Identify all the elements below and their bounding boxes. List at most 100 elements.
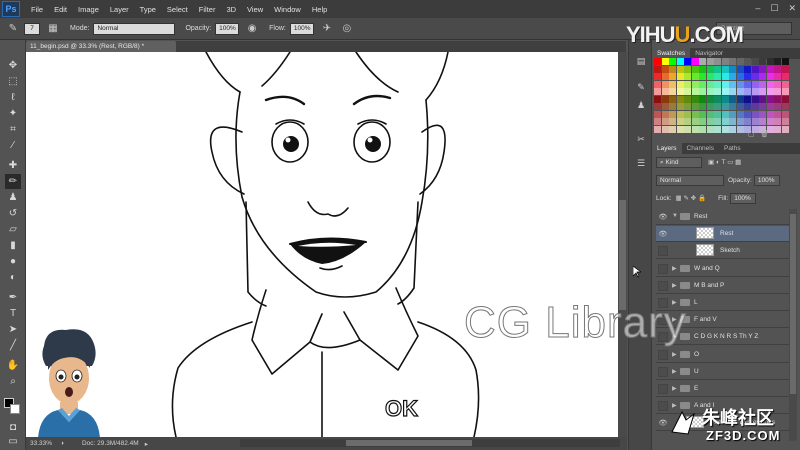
clone-source-icon[interactable]: ♟ — [634, 98, 648, 112]
swatch[interactable] — [714, 88, 721, 95]
brush-panel-toggle-icon[interactable]: ▦ — [46, 22, 60, 36]
swatch[interactable] — [684, 88, 691, 95]
swatch[interactable] — [669, 88, 676, 95]
swatch[interactable] — [759, 65, 766, 73]
visibility-toggle[interactable] — [658, 384, 668, 394]
brush-icon[interactable]: ✏ — [5, 174, 21, 189]
swatch[interactable] — [669, 65, 676, 73]
swatch[interactable] — [676, 73, 684, 80]
visibility-toggle[interactable] — [658, 280, 668, 291]
swatch[interactable] — [661, 88, 669, 95]
swatch[interactable] — [721, 103, 729, 110]
swatch[interactable] — [736, 103, 744, 110]
visibility-toggle[interactable] — [658, 246, 668, 257]
swatch[interactable] — [759, 80, 766, 88]
blend-mode-select[interactable]: Normal — [656, 174, 724, 186]
swatch[interactable] — [714, 73, 721, 80]
swatch[interactable] — [706, 110, 714, 118]
swatch[interactable] — [654, 110, 661, 118]
swatch[interactable] — [751, 88, 759, 95]
swatch[interactable] — [751, 110, 759, 118]
swatch[interactable] — [774, 73, 781, 80]
swatch[interactable] — [729, 58, 736, 65]
swatch[interactable] — [691, 118, 699, 125]
swatch[interactable] — [706, 65, 714, 73]
swatch[interactable] — [691, 88, 699, 95]
swatch[interactable] — [721, 58, 729, 65]
swatch[interactable] — [736, 73, 744, 80]
swatch[interactable] — [774, 88, 781, 95]
swatch[interactable] — [751, 58, 759, 65]
layer-row[interactable]: Sketch — [656, 243, 792, 260]
menu-file[interactable]: File — [31, 5, 43, 14]
new-swatch-icon[interactable]: ▢ — [748, 130, 755, 138]
swatch[interactable] — [691, 65, 699, 73]
swatch[interactable] — [699, 80, 706, 88]
swatch[interactable] — [721, 73, 729, 80]
caret-right-icon[interactable]: ▶ — [672, 368, 677, 375]
mode-select[interactable]: Normal — [93, 22, 176, 35]
swatch[interactable] — [654, 103, 661, 110]
swatch[interactable] — [721, 80, 729, 88]
swatch[interactable] — [736, 110, 744, 118]
swatch[interactable] — [676, 88, 684, 95]
swatch[interactable] — [721, 110, 729, 118]
swatch[interactable] — [781, 58, 789, 65]
swatch[interactable] — [736, 88, 744, 95]
info-icon[interactable]: ◑ — [60, 440, 64, 447]
lasso-icon[interactable]: ℓ — [5, 90, 21, 105]
layer-row[interactable]: ▶ U — [656, 364, 792, 380]
swatch[interactable] — [766, 103, 774, 110]
quick-mask-icon[interactable]: ◘ — [5, 420, 21, 435]
swatch[interactable] — [714, 118, 721, 125]
menu-image[interactable]: Image — [78, 5, 99, 14]
document-tab[interactable]: 11_begin.psd @ 33.3% (Rest, RGB/8) * — [26, 41, 176, 52]
swatch[interactable] — [684, 95, 691, 103]
hand-icon[interactable]: ✋ — [5, 358, 21, 373]
swatch[interactable] — [714, 65, 721, 73]
swatch[interactable] — [699, 95, 706, 103]
swatch[interactable] — [744, 118, 751, 125]
swatch[interactable] — [669, 125, 676, 133]
status-menu-arrow-icon[interactable]: ▸ — [145, 440, 148, 448]
adjustments-icon[interactable]: ☰ — [634, 156, 648, 170]
swatch[interactable] — [729, 65, 736, 73]
menu-view[interactable]: View — [247, 5, 263, 14]
canvas-horizontal-scroll-thumb[interactable] — [346, 440, 472, 446]
swatch[interactable] — [654, 65, 661, 73]
fill-field[interactable]: 100% — [730, 192, 757, 204]
caret-right-icon[interactable]: ▶ — [672, 265, 677, 272]
swatch[interactable] — [721, 95, 729, 103]
swatch[interactable] — [774, 103, 781, 110]
caret-right-icon[interactable]: ▶ — [672, 351, 677, 358]
layer-row[interactable]: ▶ O — [656, 347, 792, 363]
swatch[interactable] — [759, 95, 766, 103]
swatch[interactable] — [661, 103, 669, 110]
swatch[interactable] — [684, 110, 691, 118]
swatch[interactable] — [781, 110, 789, 118]
swatch[interactable] — [699, 103, 706, 110]
swatch[interactable] — [706, 118, 714, 125]
swatch[interactable] — [699, 88, 706, 95]
crop-icon[interactable]: ⌗ — [5, 122, 21, 137]
swatch[interactable] — [661, 65, 669, 73]
tool-presets-icon[interactable]: ✂ — [634, 132, 648, 146]
swatch[interactable] — [729, 103, 736, 110]
swatch[interactable] — [669, 103, 676, 110]
swatch[interactable] — [781, 95, 789, 103]
menu-3d[interactable]: 3D — [226, 5, 236, 14]
brush-tool-preset-icon[interactable]: ✎ — [6, 22, 20, 36]
menu-window[interactable]: Window — [274, 5, 301, 14]
swatch[interactable] — [654, 125, 661, 133]
swatch[interactable] — [706, 88, 714, 95]
swatch[interactable] — [684, 58, 691, 65]
swatch[interactable] — [661, 118, 669, 125]
swatch[interactable] — [676, 110, 684, 118]
brush-presets-icon[interactable]: ✎ — [634, 80, 648, 94]
swatch[interactable] — [714, 103, 721, 110]
swatch[interactable] — [736, 80, 744, 88]
swatch[interactable] — [774, 125, 781, 133]
swatch[interactable] — [759, 58, 766, 65]
layer-row[interactable]: 👁 ▼ Rest — [656, 209, 792, 225]
swatch[interactable] — [759, 103, 766, 110]
